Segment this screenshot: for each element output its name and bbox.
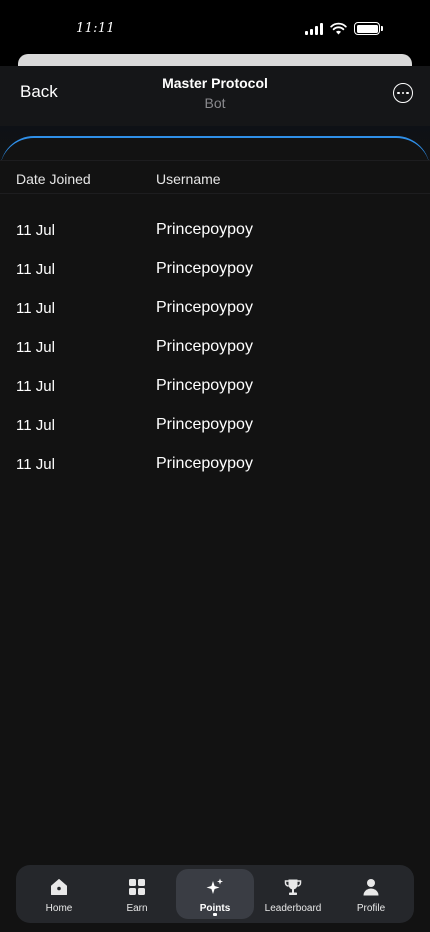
username-cell: Princepoypoy <box>156 416 253 433</box>
username-cell: Princepoypoy <box>156 221 253 238</box>
more-options-icon[interactable] <box>393 83 413 103</box>
table-row: 11 Jul Princepoypoy <box>0 367 430 406</box>
tab-label: Earn <box>126 903 148 914</box>
grid-icon <box>127 877 147 897</box>
date-joined-cell: 11 Jul <box>16 222 55 239</box>
date-joined-cell: 11 Jul <box>16 378 55 395</box>
tab-points[interactable]: Points <box>176 869 254 919</box>
person-icon <box>361 877 381 897</box>
tab-leaderboard[interactable]: Leaderboard <box>254 869 332 919</box>
username-cell: Princepoypoy <box>156 455 253 472</box>
wifi-icon <box>330 22 347 35</box>
table-row: 11 Jul Princepoypoy <box>0 328 430 367</box>
table-body: 11 Jul Princepoypoy 11 Jul Princepoypoy … <box>0 211 430 484</box>
header-title: Master Protocol <box>162 75 268 91</box>
cellular-signal-icon <box>305 22 323 35</box>
table-row: 11 Jul Princepoypoy <box>0 406 430 445</box>
date-joined-cell: 11 Jul <box>16 300 55 317</box>
bottom-tab-bar: Home Earn Points Leaderboard Profile <box>16 865 414 923</box>
tab-home[interactable]: Home <box>20 869 98 919</box>
tab-label: Profile <box>356 903 386 914</box>
date-joined-cell: 11 Jul <box>16 456 55 473</box>
content-area: Date Joined Username 11 Jul Princepoypoy… <box>0 126 430 932</box>
column-header-username: Username <box>156 171 221 187</box>
username-cell: Princepoypoy <box>156 260 253 277</box>
home-icon <box>49 877 69 897</box>
nav-header: Back Master Protocol Bot <box>0 66 430 126</box>
table-row: 11 Jul Princepoypoy <box>0 289 430 328</box>
status-icons <box>305 22 383 35</box>
trophy-icon <box>283 877 303 897</box>
tab-label: Home <box>45 903 73 914</box>
sparkle-icon <box>205 877 225 897</box>
username-cell: Princepoypoy <box>156 377 253 394</box>
status-time: 11:11 <box>76 21 115 36</box>
date-joined-cell: 11 Jul <box>16 261 55 278</box>
table-row: 11 Jul Princepoypoy <box>0 445 430 484</box>
username-cell: Princepoypoy <box>156 338 253 355</box>
table-header: Date Joined Username <box>0 160 430 194</box>
username-cell: Princepoypoy <box>156 299 253 316</box>
header-subtitle: Bot <box>204 95 226 111</box>
tab-earn[interactable]: Earn <box>98 869 176 919</box>
active-tab-indicator <box>213 913 217 916</box>
date-joined-cell: 11 Jul <box>16 417 55 434</box>
column-header-date-joined: Date Joined <box>16 171 91 187</box>
battery-icon <box>354 22 383 35</box>
tab-label: Leaderboard <box>264 903 322 914</box>
date-joined-cell: 11 Jul <box>16 339 55 356</box>
status-bar: 11:11 <box>0 0 430 56</box>
table-row: 11 Jul Princepoypoy <box>0 250 430 289</box>
table-row: 11 Jul Princepoypoy <box>0 211 430 250</box>
tab-profile[interactable]: Profile <box>332 869 410 919</box>
